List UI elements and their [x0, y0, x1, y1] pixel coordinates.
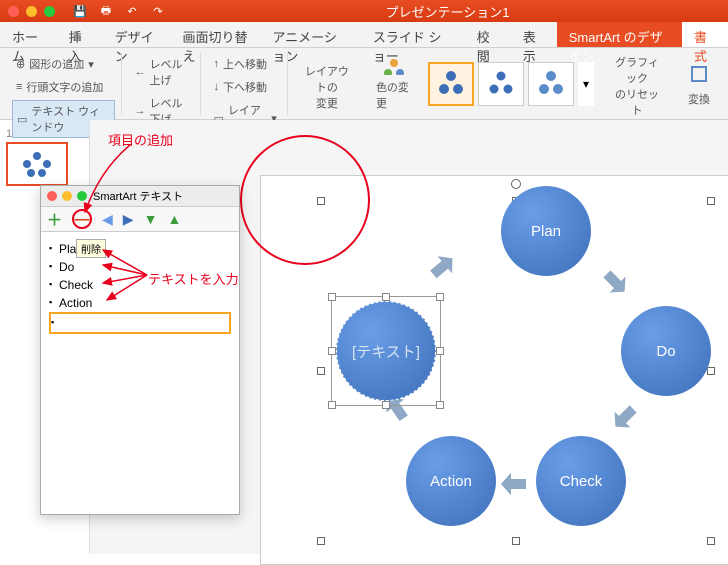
close-window-icon[interactable]	[8, 6, 19, 17]
smartart-node-do[interactable]: Do	[621, 306, 711, 396]
node-handle-rm[interactable]	[436, 347, 444, 355]
convert-button[interactable]: 変換	[676, 52, 722, 115]
window-controls	[0, 6, 63, 17]
textpane-minimize-icon[interactable]	[62, 191, 72, 201]
tab-view[interactable]: 表示	[511, 22, 557, 47]
node-handle-br[interactable]	[436, 401, 444, 409]
redo-icon[interactable]: ↷	[149, 2, 167, 20]
resize-handle-lm[interactable]	[317, 367, 325, 375]
node-handle-bl[interactable]	[328, 401, 336, 409]
resize-handle-rm[interactable]	[707, 367, 715, 375]
resize-handle-br[interactable]	[707, 537, 715, 545]
add-bullet-button[interactable]: ≡ 行頭文字の追加	[12, 77, 115, 97]
node-handle-tr[interactable]	[436, 293, 444, 301]
change-layout-button[interactable]: レイアウトの 変更	[290, 52, 364, 115]
ribbon-toolbar: ⊕ 図形の追加 ▾ ≡ 行頭文字の追加 ▭ テキスト ウィンドウ ← レベル上げ…	[0, 48, 728, 120]
change-colors-button[interactable]: 色の変更	[366, 52, 422, 115]
rotate-handle[interactable]	[511, 179, 521, 189]
tab-smartart-design[interactable]: SmartArt のデザイン	[557, 22, 682, 47]
print-icon[interactable]: 🖶	[97, 2, 115, 20]
smartart-text-pane[interactable]: SmartArt テキスト ＋ — ◀ ▶ ▼ ▲ Plan Do Check …	[40, 185, 240, 515]
cycle-arrow-3	[501, 469, 531, 499]
textpane-movedown-icon[interactable]: ▼	[144, 211, 158, 227]
tab-design[interactable]: デザイン	[103, 22, 171, 47]
move-up-button[interactable]: ↑ 上へ移動	[209, 54, 280, 74]
annotation-circle-placeholder	[240, 135, 370, 265]
text-item-active[interactable]	[49, 312, 231, 334]
add-shape-button[interactable]: ⊕ 図形の追加 ▾	[12, 54, 115, 74]
resize-handle-bm[interactable]	[512, 537, 520, 545]
document-title: プレゼンテーション1	[167, 2, 728, 21]
reset-graphic-button[interactable]: グラフィック のリセット	[600, 52, 674, 115]
smartart-style-2[interactable]	[478, 62, 524, 106]
placeholder-selection[interactable]	[331, 296, 441, 406]
textpane-moveup-icon[interactable]: ▲	[167, 211, 181, 227]
smartart-selection[interactable]: Plan Do Check Action [テキスト]	[321, 201, 711, 541]
smartart-node-check[interactable]: Check	[536, 436, 626, 526]
save-icon[interactable]: 💾	[71, 2, 89, 20]
node-handle-lm[interactable]	[328, 347, 336, 355]
smartart-styles-gallery: ▾	[424, 52, 598, 115]
cycle-arrow-5	[420, 247, 462, 289]
annotation-enter-text: テキストを入力	[148, 269, 239, 288]
ribbon-group-level: ← レベル上げ → レベル下げ ⇄ 右から左	[124, 52, 201, 115]
promote-button[interactable]: ← レベル上げ	[130, 54, 194, 90]
textpane-close-icon[interactable]	[47, 191, 57, 201]
thumbnail-preview-icon	[20, 150, 54, 178]
tab-home[interactable]: ホーム	[0, 22, 57, 47]
tab-review[interactable]: 校閲	[465, 22, 511, 47]
textpane-add-button[interactable]: ＋	[47, 209, 62, 230]
node-handle-bm[interactable]	[382, 401, 390, 409]
tab-animations[interactable]: アニメーション	[260, 22, 360, 47]
undo-icon[interactable]: ↶	[123, 2, 141, 20]
annotation-arrows-text	[95, 245, 155, 315]
tab-slideshow[interactable]: スライド ショー	[361, 22, 465, 47]
cycle-arrow-2	[605, 395, 647, 437]
styles-more-button[interactable]: ▾	[578, 62, 594, 106]
smartart-style-1[interactable]	[428, 62, 474, 106]
title-bar: 💾 🖶 ↶ ↷ プレゼンテーション1	[0, 0, 728, 22]
convert-icon	[686, 61, 712, 87]
text-pane-toolbar: ＋ — ◀ ▶ ▼ ▲	[41, 206, 239, 232]
text-pane-titlebar: SmartArt テキスト	[41, 186, 239, 206]
minimize-window-icon[interactable]	[26, 6, 37, 17]
annotation-add-item: 項目の追加	[108, 130, 173, 149]
smartart-style-3[interactable]	[528, 62, 574, 106]
maximize-window-icon[interactable]	[44, 6, 55, 17]
smartart-node-action[interactable]: Action	[406, 436, 496, 526]
slide-thumbnail-1[interactable]	[6, 142, 68, 186]
quick-access-toolbar: 💾 🖶 ↶ ↷	[63, 2, 167, 20]
resize-handle-bl[interactable]	[317, 537, 325, 545]
slide-number: 1	[6, 128, 12, 140]
node-handle-tl[interactable]	[328, 293, 336, 301]
tab-format[interactable]: 書式	[682, 22, 728, 47]
ribbon-tabs: ホーム 挿入 デザイン 画面切り替え アニメーション スライド ショー 校閲 表…	[0, 22, 728, 48]
ribbon-group-create: ⊕ 図形の追加 ▾ ≡ 行頭文字の追加 ▭ テキスト ウィンドウ	[6, 52, 122, 115]
tab-transitions[interactable]: 画面切り替え	[171, 22, 261, 47]
colors-icon	[381, 56, 407, 75]
resize-handle-tr[interactable]	[707, 197, 715, 205]
smartart-node-plan[interactable]: Plan	[501, 186, 591, 276]
move-down-button[interactable]: ↓ 下へ移動	[209, 77, 280, 97]
ribbon-group-move: ↑ 上へ移動 ↓ 下へ移動 ▭ レイアウト ▾	[203, 52, 287, 115]
tab-insert[interactable]: 挿入	[57, 22, 103, 47]
node-handle-tm[interactable]	[382, 293, 390, 301]
cycle-arrow-1	[593, 260, 635, 302]
layout-icon	[314, 56, 340, 59]
annotation-arrow-add	[80, 140, 140, 220]
